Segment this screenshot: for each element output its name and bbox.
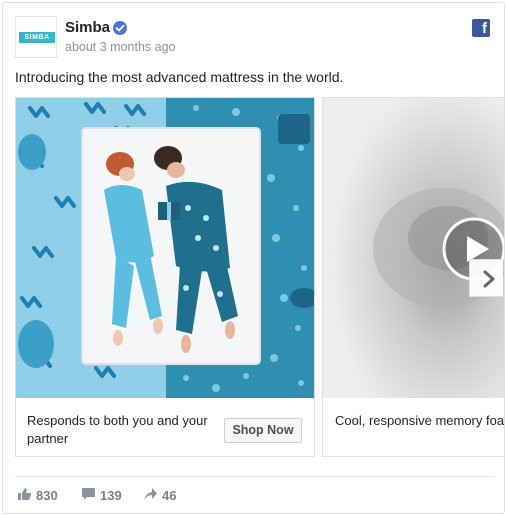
page-avatar[interactable]: SIMBA	[15, 16, 57, 58]
post-timestamp[interactable]: about 3 months ago	[65, 40, 176, 54]
simba-logo: SIMBA	[19, 32, 55, 43]
thumbs-up-icon	[17, 487, 32, 504]
couple-on-mattress-photo[interactable]	[16, 98, 314, 398]
facebook-post: SIMBA Simba about 3 months ago f Introdu…	[2, 2, 505, 514]
comment-icon	[81, 487, 96, 504]
chevron-right-icon	[483, 270, 495, 288]
post-text: Introducing the most advanced mattress i…	[15, 69, 344, 85]
page-name-link[interactable]: Simba	[65, 19, 110, 36]
share-icon	[143, 487, 158, 504]
shares-count[interactable]: 46	[143, 487, 176, 505]
card-2-footer: Cool, responsive memory foam	[323, 398, 504, 456]
card-2-title[interactable]: Cool, responsive memory foam	[335, 412, 504, 430]
comments-count[interactable]: 139	[81, 487, 122, 505]
card-1-footer: Responds to both you and your partner Sh…	[16, 398, 314, 456]
shop-now-button[interactable]: Shop Now	[224, 418, 302, 443]
divider	[15, 476, 494, 477]
carousel-next-button[interactable]	[469, 259, 503, 297]
verified-badge-icon	[113, 21, 127, 35]
carousel-card-1[interactable]: Responds to both you and your partner Sh…	[15, 97, 315, 457]
card-1-title[interactable]: Responds to both you and your partner	[27, 412, 217, 448]
facebook-icon: f	[472, 19, 490, 37]
likes-count[interactable]: 830	[17, 487, 58, 505]
